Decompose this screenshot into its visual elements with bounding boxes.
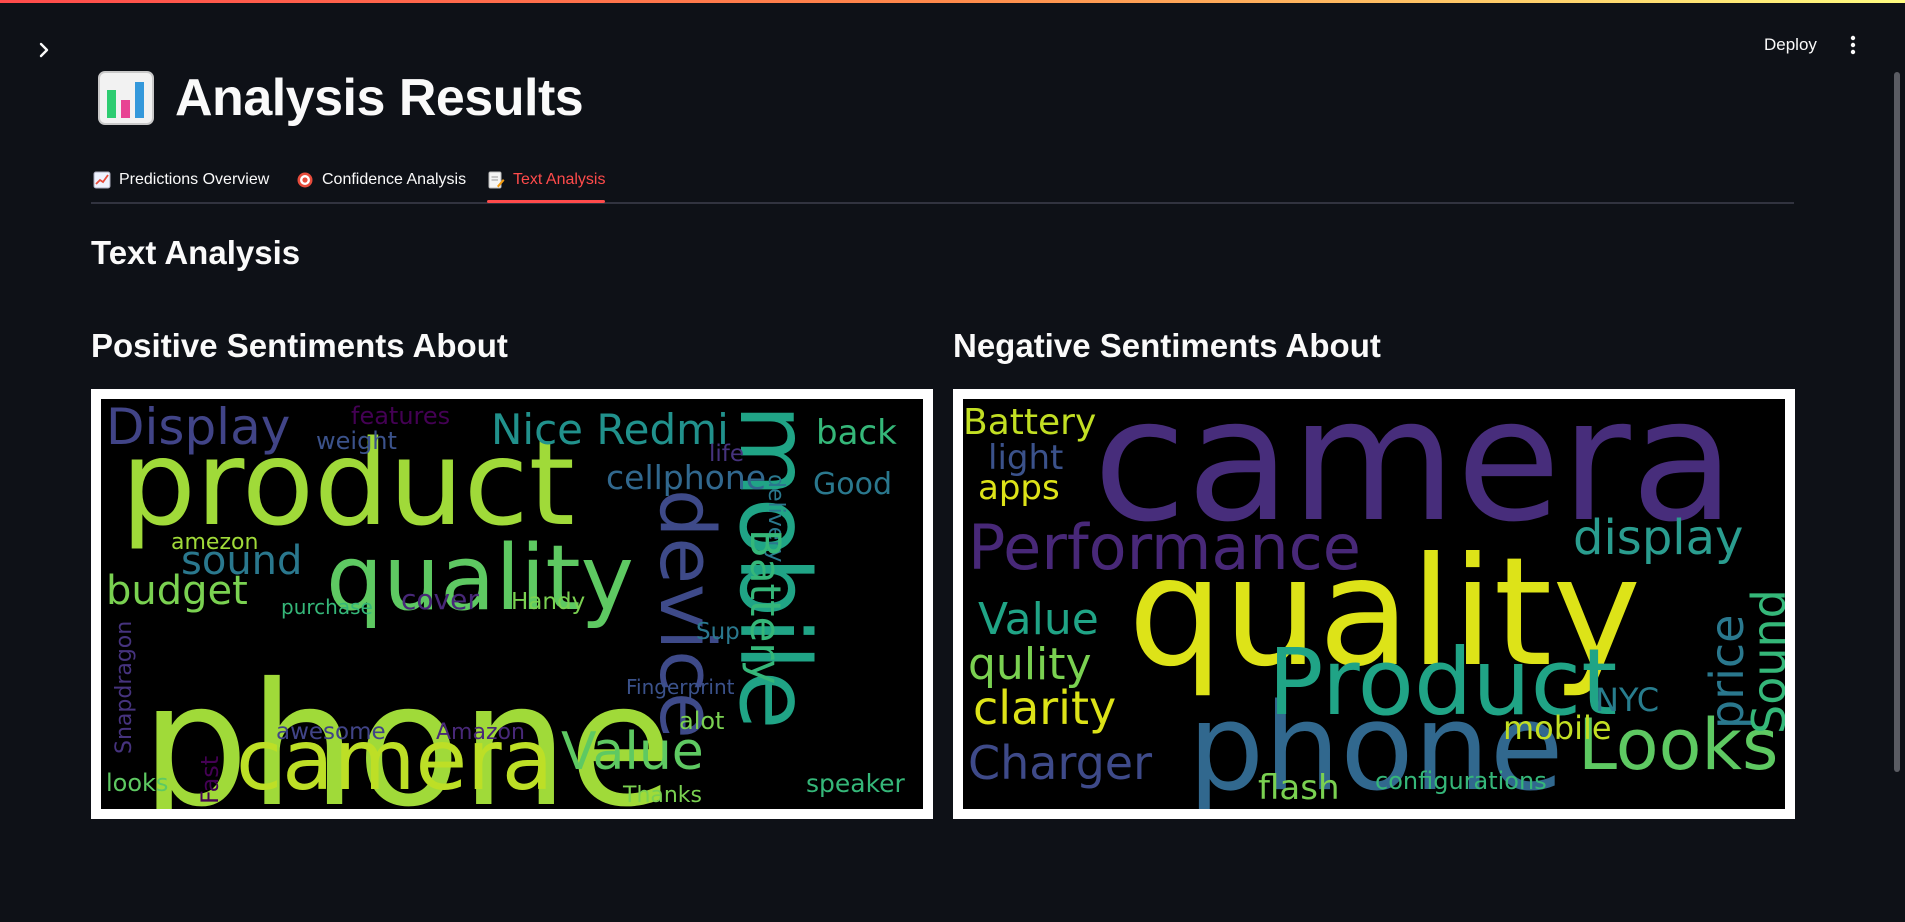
negative-wordcloud: cameraqualityphoneProductPerformanceLook… [963,399,1785,809]
wordcloud-word: features [351,402,450,430]
wordcloud-word: life [709,441,744,467]
tab-label: Confidence Analysis [322,171,467,188]
wordcloud-word: Fast [196,756,224,804]
wordcloud-word: NYC [1595,681,1659,719]
positive-wordcloud: phoneproductqualitycameramobiledeviceDis… [101,399,923,809]
target-icon [297,172,313,188]
wordcloud-word: Battery [963,402,1096,443]
wordcloud-word: cover [401,583,479,616]
wordcloud-word: Sound [1742,589,1785,734]
section-title: Text Analysis [91,234,301,271]
tab-label: Predictions Overview [119,171,270,188]
deploy-button[interactable]: Deploy [1748,30,1833,60]
chevron-right-icon [39,42,49,58]
sidebar-expand-button[interactable] [30,36,58,64]
wordcloud-word: Display [106,399,290,456]
wordcloud-word: budget [106,568,248,614]
wordcloud-word: Thanks [622,783,702,808]
wordcloud-word: Battery [741,529,790,684]
tab-text-analysis[interactable]: Text Analysis [487,160,606,203]
negative-sentiments-title: Negative Sentiments About [953,327,1381,364]
wordcloud-word: Value [978,594,1099,645]
wordcloud-word: Handy [511,589,585,615]
wordcloud-word: clarity [973,681,1116,735]
wordcloud-word: Good [813,467,892,502]
wordcloud-word: Snapdragon [112,621,137,754]
wordcloud-word: Fingerprint [626,675,735,699]
header-decoration [0,0,1905,3]
wordcloud-word: Value [561,722,704,782]
tab-label: Text Analysis [513,171,606,188]
wordcloud-word: looks [106,769,168,797]
wordcloud-word: device [643,489,732,739]
wordcloud-word: configurations [1375,767,1547,795]
wordcloud-word: Nice Redmi [491,405,729,454]
wordcloud-word: Amazon [436,720,525,745]
page-scrollbar[interactable] [1894,72,1900,772]
negative-wordcloud-image: camera quality phone Product Performance Look… [953,389,1795,819]
wordcloud-word: display [1573,510,1743,566]
page-title-text: Analysis Results [175,69,584,127]
page-title: Analysis Results [97,62,584,134]
wordcloud-word: back [816,413,897,453]
wordcloud-word: awesome [276,719,386,745]
bar-chart-icon [98,71,154,125]
tab-bar: Predictions Overview Confidence Analysis… [91,160,1794,204]
wordcloud-word: Charger [968,736,1152,790]
wordcloud-word: purchase [281,595,373,619]
wordcloud-word: flash [1258,768,1340,808]
main-menu-button[interactable] [1840,32,1866,58]
wordcloud-word: apps [978,468,1060,508]
wordcloud-word: Sup [696,619,740,645]
wordcloud-word: speaker [806,769,906,798]
more-vertical-icon [1850,35,1856,55]
memo-icon [488,171,505,189]
wordcloud-word: weight [316,427,397,455]
wordcloud-word: Performance [968,511,1361,584]
positive-wordcloud-image: phone product quality camera mobile device Dis… [91,389,933,819]
tab-predictions-overview[interactable]: Predictions Overview [93,160,269,200]
tab-confidence-analysis[interactable]: Confidence Analysis [296,160,466,200]
positive-sentiments-title: Positive Sentiments About [91,327,508,364]
chart-increasing-icon [93,171,111,189]
